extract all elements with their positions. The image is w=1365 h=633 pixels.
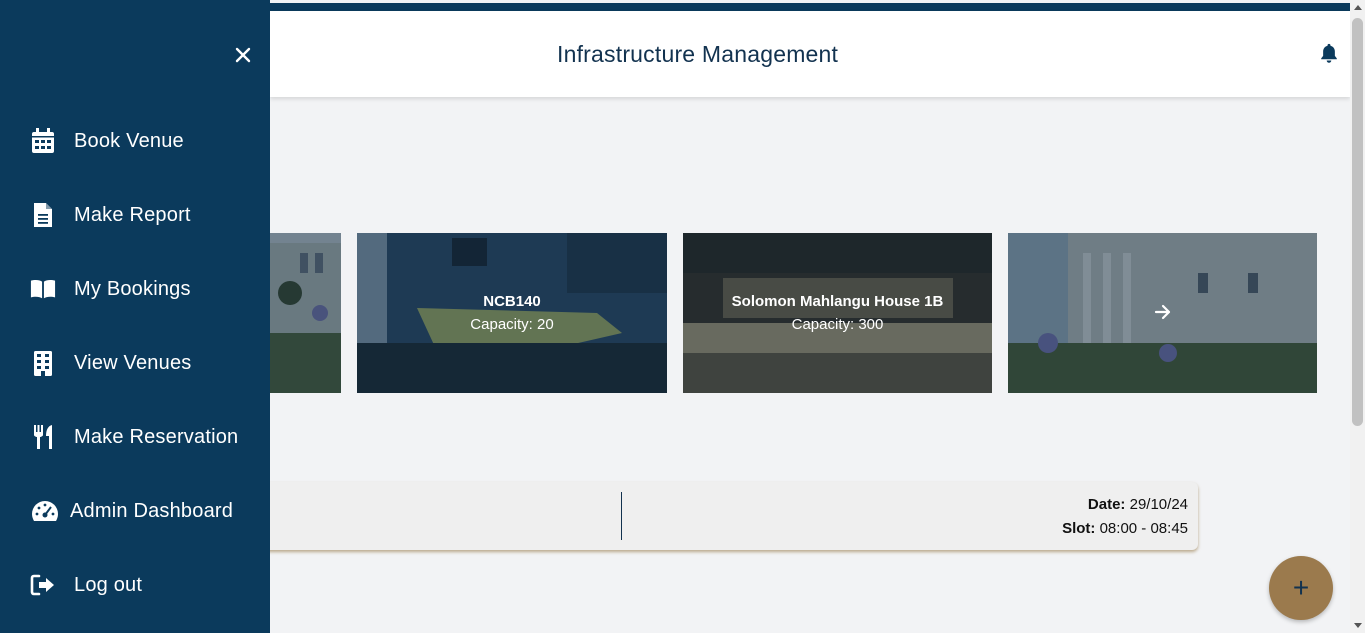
venue-name: NCB140 [483,293,541,310]
venue-label: NCB140 Capacity: 20 [357,293,667,333]
sidebar: Book Venue Make Report My Bookings View … [0,0,270,633]
page-title: Infrastructure Management [557,41,839,67]
sidebar-item-label: Log out [74,573,143,596]
sidebar-item-admin-dashboard[interactable]: Admin Dashboard [0,489,270,533]
venue-name: Solomon Mahlangu House 1B [731,293,944,310]
logout-icon [30,572,56,598]
venue-card[interactable]: NCB140 Capacity: 20 [357,233,667,393]
add-fab-button[interactable]: + [1269,556,1333,620]
venue-capacity: Capacity: 300 [791,316,884,333]
venue-label [1008,293,1317,299]
app-header: Infrastructure Management [270,11,1350,97]
book-open-icon [30,276,56,302]
sidebar-item-make-report[interactable]: Make Report [0,193,270,237]
sidebar-item-label: Make Report [74,203,191,226]
sidebar-item-label: Make Reservation [74,425,239,448]
booking-date-label: Date: [1087,496,1126,513]
document-icon [30,202,56,228]
sidebar-item-make-reservation[interactable]: Make Reservation [0,415,270,459]
building-icon [30,350,56,376]
scroll-down-icon[interactable] [1354,623,1362,628]
close-icon[interactable] [232,44,254,66]
gauge-icon [30,498,60,524]
sidebar-item-label: View Venues [74,351,192,374]
booking-date-value: 29/10/24 [1129,496,1188,513]
scroll-up-icon[interactable] [1354,5,1362,10]
sidebar-item-book-venue[interactable]: Book Venue [0,119,270,163]
booking-slot-value: 08:00 - 08:45 [1099,520,1188,537]
page-scrollbar[interactable] [1350,0,1365,633]
sidebar-item-my-bookings[interactable]: My Bookings [0,267,270,311]
scrollbar-thumb[interactable] [1352,18,1363,426]
carousel-next-arrow-icon[interactable] [1154,303,1172,321]
venue-label: Solomon Mahlangu House 1B Capacity: 300 [683,293,992,333]
venue-capacity: Capacity: 20 [470,316,554,333]
booking-slot: Slot: 08:00 - 08:45 [1062,520,1188,537]
sidebar-item-label: Admin Dashboard [70,499,234,522]
sidebar-item-label: Book Venue [74,129,184,152]
sidebar-item-label: My Bookings [74,277,191,300]
booking-slot-label: Slot: [1062,520,1096,537]
booking-date: Date: 29/10/24 [1088,496,1188,513]
booking-divider [621,492,622,540]
calendar-icon [30,128,56,154]
booking-card[interactable]: Date: 29/10/24 Slot: 08:00 - 08:45 [230,482,1198,550]
notification-bell-icon[interactable] [1318,41,1340,65]
venue-card[interactable]: Solomon Mahlangu House 1B Capacity: 300 [683,233,992,393]
utensils-icon [30,424,56,450]
sidebar-item-log-out[interactable]: Log out [0,563,270,607]
sidebar-item-view-venues[interactable]: View Venues [0,341,270,385]
